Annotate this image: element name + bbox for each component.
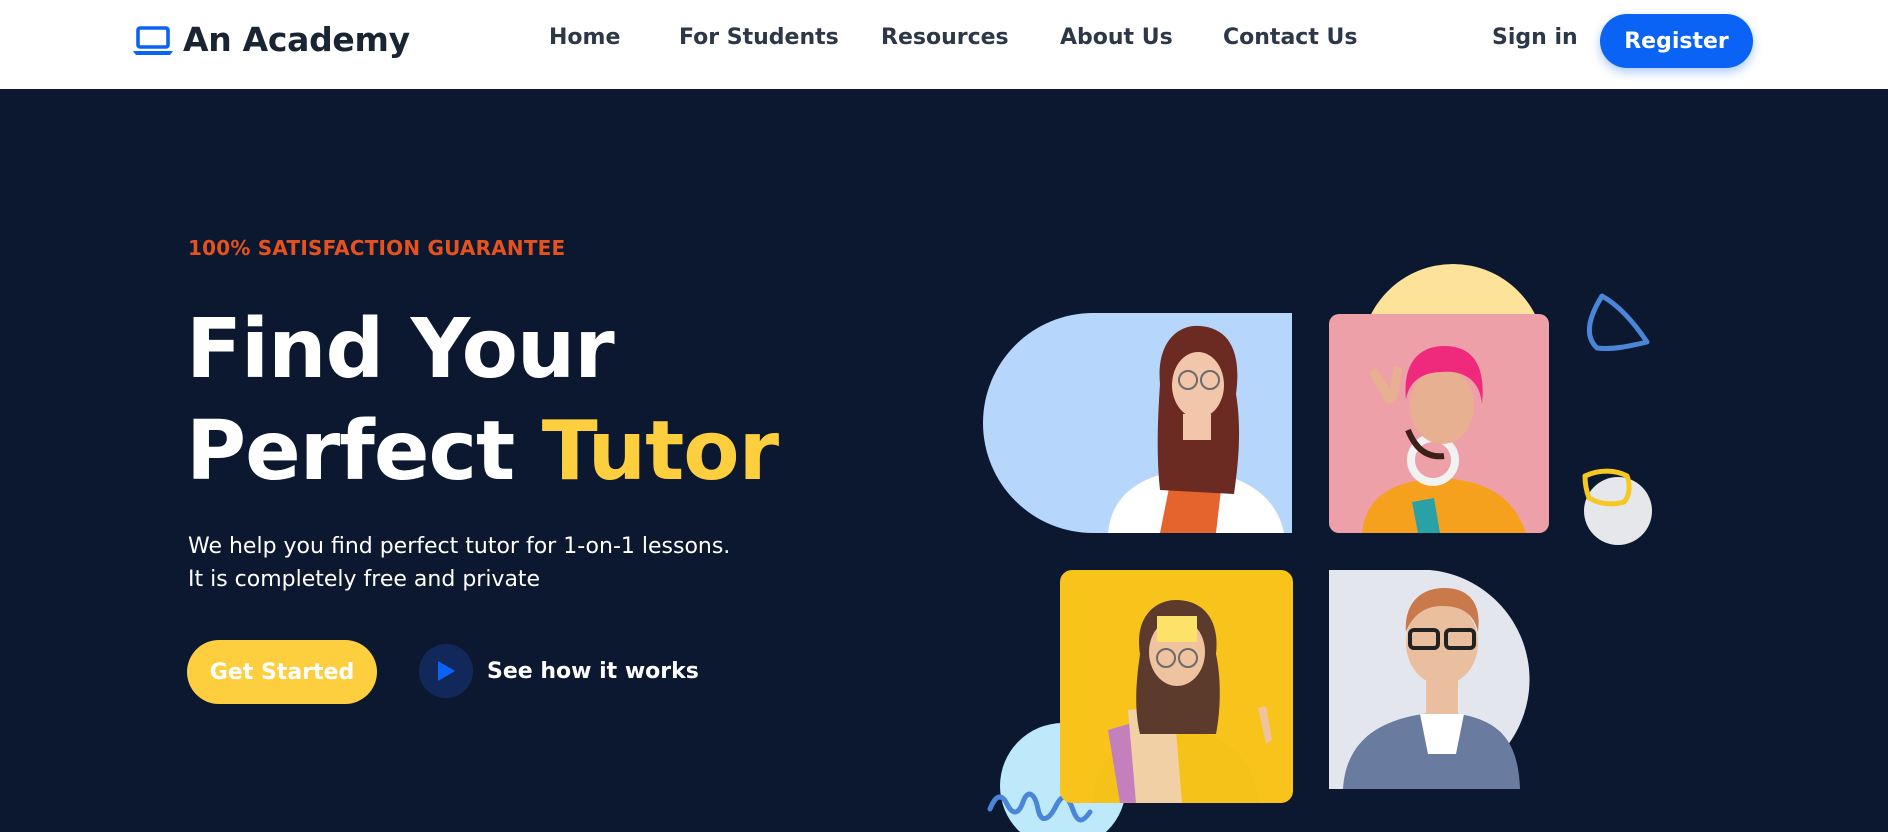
nav-link-about-us[interactable]: About Us <box>1060 25 1173 50</box>
headline-accent-word: Tutor <box>541 404 779 499</box>
register-button[interactable]: Register <box>1600 14 1753 68</box>
hero-description: We help you find perfect tutor for 1-on-… <box>188 534 731 592</box>
hero-eyebrow: 100% SATISFACTION GUARANTEE <box>188 236 566 260</box>
hero-section: 100% SATISFACTION GUARANTEE Find Your Pe… <box>0 89 1888 832</box>
sign-in-link[interactable]: Sign in <box>1492 25 1578 50</box>
decor-gray-circle <box>1584 477 1652 545</box>
decor-blue-triangle <box>1586 293 1650 351</box>
play-icon <box>438 661 455 681</box>
tutor-photo-4 <box>1329 570 1530 789</box>
headline-line-2-prefix: Perfect <box>186 404 542 499</box>
laptop-icon <box>133 25 173 55</box>
hero-headline: Find Your Perfect Tutor <box>186 299 779 503</box>
brand-logo[interactable]: An Academy <box>133 20 410 59</box>
tutor-photo-3 <box>1060 570 1293 803</box>
brand-name: An Academy <box>183 20 410 59</box>
play-button[interactable] <box>419 644 473 698</box>
tutor-photo-1 <box>983 313 1292 533</box>
tutor-photo-2 <box>1329 314 1549 533</box>
see-how-it-works-label: See how it works <box>487 658 699 684</box>
nav-link-home[interactable]: Home <box>549 25 620 50</box>
nav-link-contact-us[interactable]: Contact Us <box>1223 25 1357 50</box>
headline-line-1: Find Your <box>186 302 615 397</box>
see-how-it-works-link[interactable]: See how it works <box>419 644 699 698</box>
get-started-button[interactable]: Get Started <box>187 640 377 704</box>
tutor-photo-collage <box>980 254 1680 832</box>
nav-link-resources[interactable]: Resources <box>881 25 1009 50</box>
nav-link-for-students[interactable]: For Students <box>679 25 839 50</box>
top-navbar: An Academy Home For Students Resources A… <box>0 0 1888 89</box>
